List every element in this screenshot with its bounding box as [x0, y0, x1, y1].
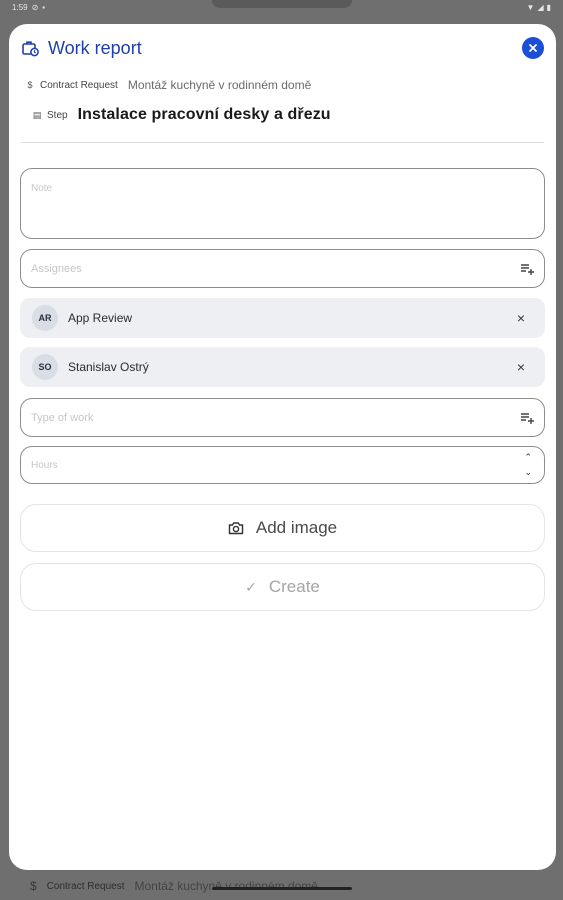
check-icon: ✓: [245, 578, 257, 595]
contract-request-value: Montáž kuchyně v rodinném domě: [127, 78, 312, 92]
assignees-field[interactable]: Assignees: [20, 249, 545, 288]
dialog-title: Work report: [48, 37, 142, 58]
step-row: ▤ Step Instalace pracovní desky a dřezu: [31, 106, 331, 124]
create-label: Create: [268, 577, 320, 596]
dollar-icon: $: [27, 80, 33, 90]
playlist-add-icon[interactable]: [520, 263, 534, 275]
close-button[interactable]: [522, 37, 544, 59]
create-button[interactable]: ✓ Create: [20, 563, 545, 611]
briefcase-clock-icon: [22, 41, 39, 57]
chevron-down-icon[interactable]: ⌄: [524, 467, 532, 478]
hours-stepper[interactable]: ⌃ ⌄: [524, 452, 532, 478]
note-placeholder: Note: [31, 183, 53, 194]
battery-icon: ▮: [546, 2, 551, 12]
work-report-dialog: Work report $ Contract Request Montáž ku…: [9, 24, 556, 870]
playlist-add-icon[interactable]: [520, 412, 534, 424]
signal-icon: ◢: [537, 2, 544, 12]
background-contract-row: $ Contract Request Montáž kuchyně v rodi…: [0, 872, 563, 900]
avatar: AR: [32, 305, 58, 331]
contract-request-row: $ Contract Request Montáž kuchyně v rodi…: [24, 78, 311, 92]
chevron-up-icon[interactable]: ⌃: [524, 452, 532, 463]
step-label: Step: [47, 109, 68, 121]
remove-assignee-icon[interactable]: ×: [517, 310, 525, 326]
type-of-work-field[interactable]: Type of work: [20, 398, 545, 437]
step-icon: ▤: [32, 109, 42, 120]
note-field[interactable]: Note: [20, 168, 545, 239]
dnd-icon: ⊘: [31, 2, 39, 12]
assignee-chip: AR App Review ×: [20, 298, 545, 338]
camera-icon: [228, 522, 244, 535]
assignee-name: Stanislav Ostrý: [68, 360, 149, 374]
close-icon: [529, 44, 537, 52]
dollar-icon: $: [30, 879, 37, 893]
avatar: SO: [32, 354, 58, 380]
add-image-label: Add image: [255, 518, 338, 537]
home-indicator[interactable]: [211, 887, 352, 890]
camera-notch: [211, 0, 352, 8]
contract-request-label: Contract Request: [40, 79, 118, 91]
lock-icon: ▪: [42, 2, 46, 12]
assignee-chip: SO Stanislav Ostrý ×: [20, 347, 545, 387]
background-contract-value: Montáž kuchyně v rodinném domě: [134, 879, 318, 893]
hours-placeholder: Hours: [31, 460, 58, 471]
hours-field[interactable]: Hours ⌃ ⌄: [20, 446, 545, 484]
step-value: Instalace pracovní desky a dřezu: [77, 106, 331, 123]
divider: [21, 142, 544, 143]
remove-assignee-icon[interactable]: ×: [517, 359, 525, 375]
background-contract-label: Contract Request: [46, 880, 125, 892]
dialog-header: Work report: [21, 36, 544, 60]
wifi-icon: ▼: [526, 2, 535, 12]
assignee-name: App Review: [68, 311, 133, 325]
add-image-button[interactable]: Add image: [20, 504, 545, 552]
assignees-placeholder: Assignees: [31, 263, 82, 275]
type-of-work-placeholder: Type of work: [31, 412, 94, 424]
status-time: 1:59: [12, 2, 28, 12]
